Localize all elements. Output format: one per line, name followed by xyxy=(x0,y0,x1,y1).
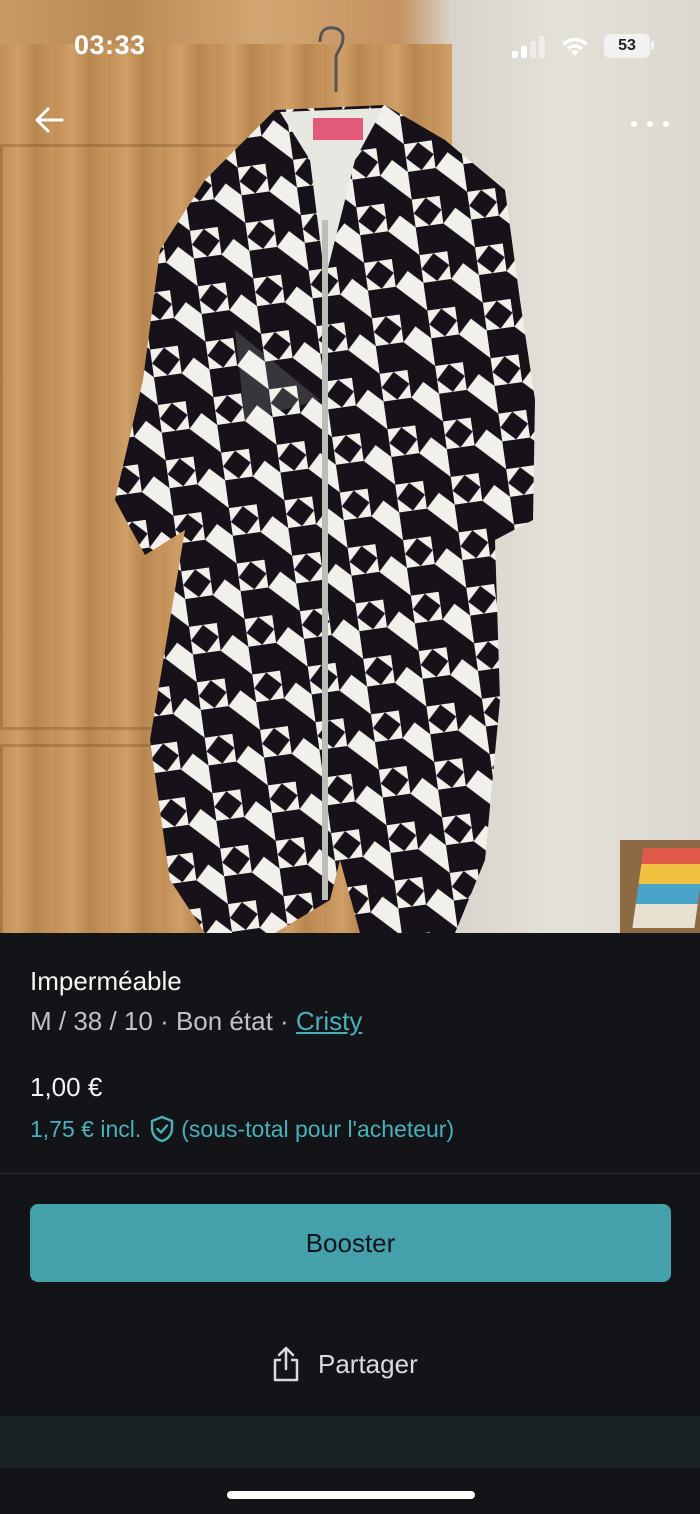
status-time: 03:33 xyxy=(74,30,146,60)
product-info: Imperméable M / 38 / 10 · Bon état · Cri… xyxy=(0,933,700,1174)
share-icon xyxy=(273,1346,299,1382)
product-size-condition: M / 38 / 10 · Bon état · xyxy=(30,1006,296,1036)
status-bar: 03:33 53 xyxy=(0,0,700,96)
product-photo[interactable] xyxy=(0,0,700,933)
booster-button[interactable]: Booster xyxy=(30,1204,671,1282)
cellular-signal-icon xyxy=(512,36,545,58)
price-incl-note: (sous-total pour l'acheteur) xyxy=(181,1115,455,1142)
share-label: Partager xyxy=(318,1348,418,1379)
share-button[interactable]: Partager xyxy=(272,1345,418,1383)
divider xyxy=(0,1173,700,1174)
price-incl-value: 1,75 € incl. xyxy=(30,1115,142,1142)
battery-tip xyxy=(651,41,654,50)
product-title: Imperméable xyxy=(30,966,182,996)
product-price: 1,00 € xyxy=(30,1072,103,1102)
arrow-left-icon[interactable] xyxy=(30,100,70,140)
bottom-bar xyxy=(0,1416,700,1468)
battery-icon: 53 xyxy=(604,34,650,58)
seller-link[interactable]: Cristy xyxy=(296,1006,362,1036)
wifi-icon xyxy=(562,37,588,56)
houndstooth-coat xyxy=(115,105,535,933)
home-indicator[interactable] xyxy=(227,1491,475,1499)
shelf-books xyxy=(620,840,700,933)
price-with-protection[interactable]: 1,75 € incl. (sous-total pour l'acheteur… xyxy=(30,1115,454,1143)
more-horizontal-icon[interactable] xyxy=(626,110,674,138)
shield-check-icon xyxy=(151,1115,174,1143)
product-details: M / 38 / 10 · Bon état · Cristy xyxy=(30,1006,362,1037)
